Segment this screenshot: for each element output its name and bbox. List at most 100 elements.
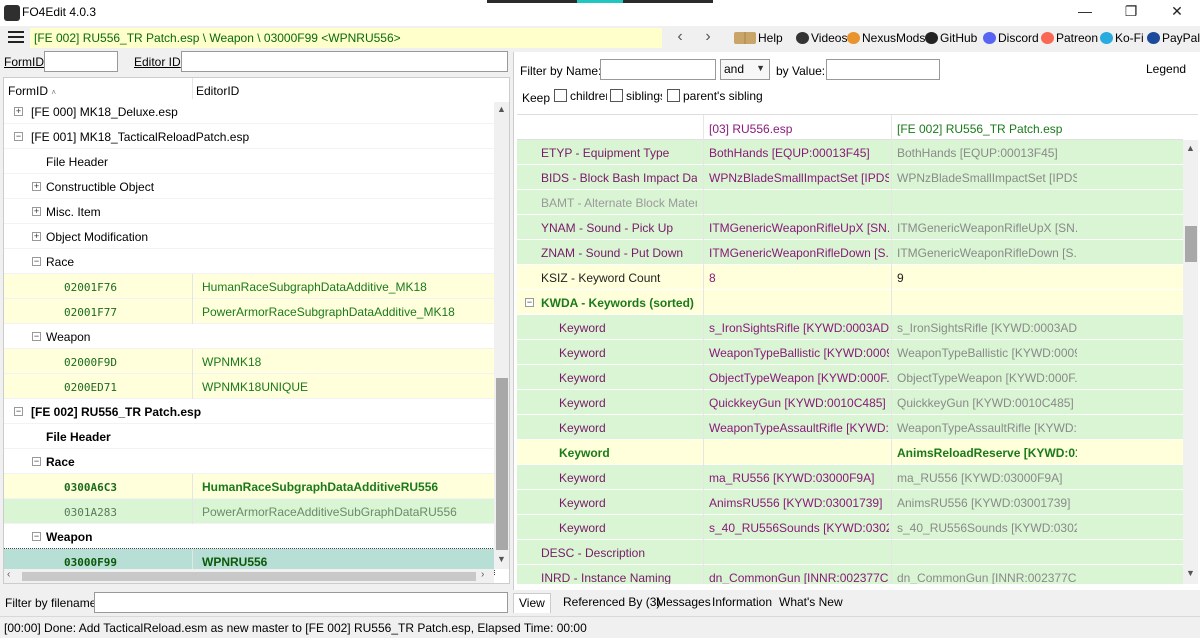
tab-information[interactable]: Information <box>707 593 777 613</box>
tree-node-row[interactable]: + Constructible Object <box>4 174 494 199</box>
grid-row[interactable]: − KWDA - Keywords (sorted) <box>517 290 1183 315</box>
tree-record-row[interactable]: 0300A6C3 HumanRaceSubgraphDataAdditiveRU5… <box>4 474 494 499</box>
tab-view[interactable]: View <box>513 593 551 613</box>
scroll-left-icon[interactable]: ‹ <box>7 569 10 580</box>
col-formid-header[interactable]: FormID ˄ <box>8 84 56 98</box>
tree-node-row[interactable]: − Race <box>4 449 494 474</box>
collapse-icon[interactable]: − <box>525 298 534 307</box>
minimize-button[interactable]: — <box>1062 0 1108 24</box>
col-master-header[interactable]: [03] RU556.esp <box>709 122 792 136</box>
github-link[interactable]: GitHub <box>925 29 977 47</box>
tree-node-row[interactable]: File Header <box>4 149 494 174</box>
col-patch-header[interactable]: [FE 002] RU556_TR Patch.esp <box>897 122 1062 136</box>
tab-messages[interactable]: Messages <box>651 593 716 613</box>
grid-row[interactable]: Keyword ObjectTypeWeapon [KYWD:000F... Obj… <box>517 365 1183 390</box>
discord-link[interactable]: Discord <box>983 29 1039 47</box>
tree-record-row[interactable]: 0301A283 PowerArmorRaceAdditiveSubGraphDa… <box>4 499 494 524</box>
col-editorid-header[interactable]: EditorID <box>196 84 239 98</box>
tab-whats-new[interactable]: What's New <box>774 593 848 613</box>
tree-record-row[interactable]: 0200ED71 WPNMK18UNIQUE <box>4 374 494 399</box>
tree-node-row[interactable]: − Weapon <box>4 324 494 349</box>
nexusmods-link[interactable]: NexusMods <box>847 29 925 47</box>
grid-row[interactable]: Keyword WeaponTypeBallistic [KYWD:0009...… <box>517 340 1183 365</box>
grid-row[interactable]: Keyword s_40_RU556Sounds [KYWD:0302... s_4… <box>517 515 1183 540</box>
scroll-right-icon[interactable]: › <box>481 569 484 580</box>
tree-record-row[interactable]: 02001F76 HumanRaceSubgraphDataAdditive_MK… <box>4 274 494 299</box>
collapse-icon[interactable]: − <box>32 332 41 341</box>
tree-node-row[interactable]: + Misc. Item <box>4 199 494 224</box>
tree-hscroll-thumb[interactable] <box>22 572 476 581</box>
collapse-icon[interactable]: − <box>32 257 41 266</box>
grid-row[interactable]: KSIZ - Keyword Count 8 9 <box>517 265 1183 290</box>
grid-row[interactable]: BIDS - Block Bash Impact Dat... WPNzBlade… <box>517 165 1183 190</box>
tree-vertical-scrollbar[interactable]: ▲ ▼ <box>494 102 509 569</box>
expand-icon[interactable]: + <box>32 232 41 241</box>
tree-node-row[interactable]: − [FE 001] MK18_TacticalReloadPatch.esp <box>4 124 494 149</box>
scroll-up-icon[interactable]: ▲ <box>497 104 506 114</box>
plugin-tree: FormID ˄ EditorID + [FE 000] MK18_Deluxe.… <box>3 77 510 584</box>
grid-row[interactable]: DESC - Description <box>517 540 1183 565</box>
menu-icon[interactable] <box>8 31 24 44</box>
filter-value-input[interactable] <box>826 59 940 80</box>
paypal-link[interactable]: PayPal <box>1147 29 1200 47</box>
editorid-filter-input[interactable] <box>181 51 508 72</box>
grid-row[interactable]: BAMT - Alternate Block Material <box>517 190 1183 215</box>
collapse-icon[interactable]: − <box>14 132 23 141</box>
keep-children-checkbox[interactable] <box>554 89 567 102</box>
tree-node-row[interactable]: − Weapon <box>4 524 494 549</box>
grid-row[interactable]: Keyword AnimsRU556 [KYWD:03001739] AnimsRU… <box>517 490 1183 515</box>
grid-row[interactable]: Keyword WeaponTypeAssaultRifle [KYWD:... W… <box>517 415 1183 440</box>
record-path-field[interactable]: [FE 002] RU556_TR Patch.esp \ Weapon \ 0… <box>30 28 662 48</box>
grid-scroll-thumb[interactable] <box>1185 226 1197 262</box>
patreon-link[interactable]: Patreon <box>1041 29 1098 47</box>
grid-vertical-scrollbar[interactable]: ▲ ▼ <box>1183 140 1198 584</box>
forward-button[interactable]: › <box>697 27 719 49</box>
collapse-icon[interactable]: − <box>14 407 23 416</box>
grid-row[interactable]: Keyword QuickkeyGun [KYWD:0010C485] Quickk… <box>517 390 1183 415</box>
back-button[interactable]: ‹ <box>669 27 691 49</box>
filter-filename-input[interactable] <box>94 592 508 613</box>
filter-name-input[interactable] <box>600 59 716 80</box>
tree-node-row[interactable]: + Object Modification <box>4 224 494 249</box>
help-link[interactable]: Help <box>734 29 783 47</box>
keep-siblings-label: siblings <box>626 89 662 103</box>
formid-filter-input[interactable] <box>44 51 118 72</box>
grid-name-cell: KSIZ - Keyword Count <box>541 271 661 285</box>
tab-referenced-by[interactable]: Referenced By (3) <box>558 593 665 613</box>
maximize-button[interactable]: ❐ <box>1108 0 1154 24</box>
collapse-icon[interactable]: − <box>32 532 41 541</box>
tree-node-row[interactable]: − [FE 002] RU556_TR Patch.esp <box>4 399 494 424</box>
videos-link[interactable]: Videos <box>796 29 847 47</box>
keep-siblings-checkbox[interactable] <box>610 89 623 102</box>
scroll-up-icon[interactable]: ▲ <box>1186 143 1195 153</box>
grid-row[interactable]: Keyword ma_RU556 [KYWD:03000F9A] ma_RU556 … <box>517 465 1183 490</box>
grid-row[interactable]: ZNAM - Sound - Put Down ITMGenericWeaponR… <box>517 240 1183 265</box>
tree-horizontal-scrollbar[interactable]: ‹ › <box>4 569 494 583</box>
grid-name-cell: KWDA - Keywords (sorted) <box>541 296 694 310</box>
keep-parents-sibling-checkbox[interactable] <box>667 89 680 102</box>
filter-name-label: Filter by Name: <box>520 64 602 78</box>
kofi-link[interactable]: Ko-Fi <box>1100 29 1144 47</box>
grid-master-cell: ma_RU556 [KYWD:03000F9A] <box>709 471 875 485</box>
scroll-down-icon[interactable]: ▼ <box>1186 568 1195 578</box>
expand-icon[interactable]: + <box>14 107 23 116</box>
tree-scroll-thumb[interactable] <box>496 378 508 550</box>
expand-icon[interactable]: + <box>32 182 41 191</box>
close-button[interactable]: ✕ <box>1154 0 1200 24</box>
tree-node-row[interactable]: − Race <box>4 249 494 274</box>
tree-record-row[interactable]: 02001F77 PowerArmorRaceSubgraphDataAdditi… <box>4 299 494 324</box>
expand-icon[interactable]: + <box>32 207 41 216</box>
grid-row[interactable]: ETYP - Equipment Type BothHands [EQUP:000… <box>517 140 1183 165</box>
legend-button[interactable]: Legend <box>1146 62 1186 76</box>
grid-row[interactable]: Keyword AnimsReloadReserve [KYWD:01... <box>517 440 1183 465</box>
grid-row[interactable]: Keyword s_IronSightsRifle [KYWD:0003AD...… <box>517 315 1183 340</box>
scroll-down-icon[interactable]: ▼ <box>497 554 506 564</box>
grid-row[interactable]: INRD - Instance Naming dn_CommonGun [INNR… <box>517 565 1183 584</box>
tree-node-row[interactable]: File Header <box>4 424 494 449</box>
tree-record-row[interactable]: 02000F9D WPNMK18 <box>4 349 494 374</box>
grid-row[interactable]: YNAM - Sound - Pick Up ITMGenericWeaponRi… <box>517 215 1183 240</box>
and-or-select[interactable]: and ▼ <box>720 59 770 80</box>
collapse-icon[interactable]: − <box>32 457 41 466</box>
tree-node-row[interactable]: + [FE 000] MK18_Deluxe.esp <box>4 99 494 124</box>
tree-editorid-cell: WPNMK18UNIQUE <box>202 380 309 394</box>
